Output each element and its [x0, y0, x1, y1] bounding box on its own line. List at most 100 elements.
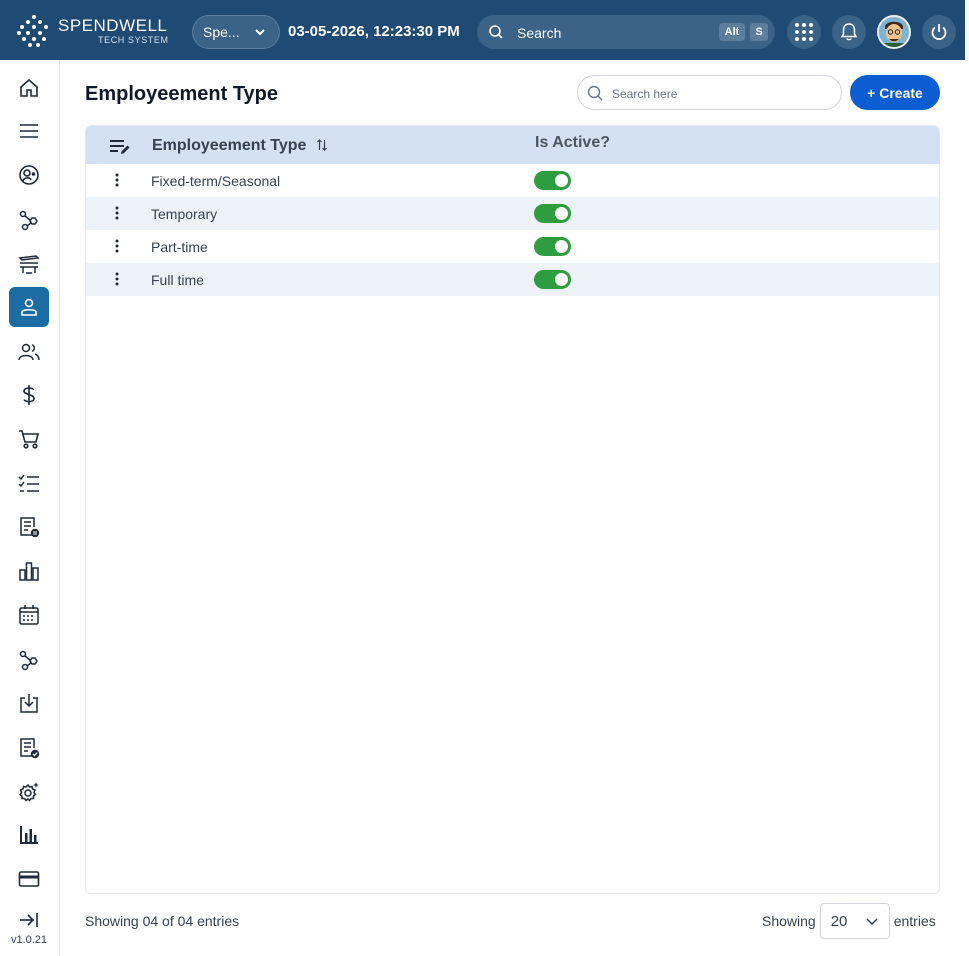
sidebar: v1.0.21 — [0, 60, 60, 956]
create-button[interactable]: + Create — [850, 75, 940, 110]
apps-button[interactable] — [787, 15, 821, 49]
more-actions-icon[interactable] — [114, 272, 120, 286]
table-row: Part-time — [86, 230, 939, 263]
table-row: Temporary — [86, 197, 939, 230]
sidebar-item-analytics[interactable] — [9, 551, 49, 591]
active-toggle[interactable] — [534, 171, 571, 190]
sidebar-item-settings[interactable] — [9, 772, 49, 812]
sidebar-item-workspace[interactable] — [9, 244, 49, 284]
search-icon — [587, 85, 603, 101]
sidebar-item-calendar[interactable] — [9, 595, 49, 635]
logout-button[interactable] — [922, 15, 956, 49]
active-toggle[interactable] — [534, 270, 571, 289]
organization-select-value: Spe... — [203, 24, 240, 40]
sidebar-item-import[interactable] — [9, 683, 49, 723]
dollar-icon — [23, 385, 35, 405]
active-toggle[interactable] — [534, 204, 571, 223]
global-search[interactable]: Search Alt S — [477, 15, 775, 49]
workflow-icon — [19, 210, 38, 231]
shortcut-key-alt: Alt — [719, 23, 745, 41]
power-icon — [931, 24, 947, 41]
collapse-arrow-icon — [20, 913, 38, 927]
people-icon — [18, 343, 40, 361]
row-name: Temporary — [151, 206, 218, 222]
table-search-input[interactable]: Search here — [577, 75, 842, 110]
search-icon — [489, 25, 503, 39]
settings-sparkle-icon — [18, 782, 39, 802]
desk-icon — [18, 255, 40, 274]
global-search-placeholder: Search — [517, 25, 562, 41]
sidebar-item-finance[interactable] — [9, 375, 49, 415]
bar-chart-icon — [19, 562, 39, 581]
sidebar-item-insights[interactable] — [9, 815, 49, 855]
row-name: Part-time — [151, 239, 208, 255]
showing-label: Showing — [762, 913, 816, 929]
table-search-placeholder: Search here — [612, 87, 678, 101]
menu-icon — [20, 124, 38, 138]
logo-name: SPENDWELL — [58, 16, 168, 35]
avatar-face-icon — [879, 17, 909, 47]
more-actions-icon[interactable] — [114, 239, 120, 253]
toggle-knob — [555, 240, 568, 253]
sidebar-item-home[interactable] — [9, 68, 49, 108]
column-header-is-active: Is Active? — [535, 134, 610, 151]
document-badge-icon — [20, 517, 40, 538]
app-version: v1.0.21 — [10, 934, 48, 946]
table-row: Full time — [86, 263, 939, 296]
toggle-knob — [555, 273, 568, 286]
apps-grid-icon — [795, 23, 813, 41]
sidebar-item-reports[interactable] — [9, 507, 49, 547]
user-avatar[interactable] — [877, 15, 911, 49]
home-icon — [20, 78, 38, 97]
edit-columns-icon[interactable] — [110, 138, 132, 156]
document-check-icon — [20, 738, 40, 759]
table-header: Employeement Type Is Active? — [86, 126, 939, 164]
workflow-icon — [19, 650, 38, 671]
person-icon — [21, 298, 37, 316]
sidebar-item-tasks[interactable] — [9, 463, 49, 503]
sidebar-item-employee[interactable] — [9, 287, 49, 327]
more-actions-icon[interactable] — [114, 206, 120, 220]
table-row: Fixed-term/Seasonal — [86, 164, 939, 197]
sidebar-item-payments[interactable] — [9, 859, 49, 899]
row-name: Fixed-term/Seasonal — [151, 173, 281, 189]
app-logo[interactable]: SPENDWELL TECH SYSTEM — [16, 14, 169, 48]
column-header-employeement-type[interactable]: Employeement Type — [152, 137, 306, 155]
active-toggle[interactable] — [534, 237, 571, 256]
calendar-icon — [19, 605, 39, 625]
bell-icon — [840, 23, 858, 41]
main-content: Employeement Type Search here + Create E… — [60, 60, 965, 956]
sidebar-item-workflow[interactable] — [9, 200, 49, 240]
toggle-knob — [555, 174, 568, 187]
cart-icon — [19, 430, 40, 449]
credit-card-icon — [18, 871, 40, 887]
organization-select[interactable]: Spe... — [192, 15, 280, 49]
top-bar: SPENDWELL TECH SYSTEM Spe... 03-05-2026,… — [0, 0, 965, 60]
user-circle-icon — [19, 165, 39, 185]
page-size-value: 20 — [830, 912, 848, 930]
page-title: Employeement Type — [85, 83, 279, 105]
page-size-select[interactable]: 20 — [819, 903, 890, 939]
analytics-icon — [20, 826, 38, 844]
checklist-icon — [18, 474, 39, 492]
row-name: Full time — [151, 272, 204, 288]
entries-label: entries — [893, 913, 936, 929]
notifications-button[interactable] — [832, 15, 866, 49]
sidebar-item-menu[interactable] — [9, 111, 49, 151]
logo-mark-icon — [17, 15, 48, 47]
sidebar-item-teams[interactable] — [9, 332, 49, 372]
current-datetime: 03-05-2026, 12:23:30 PM — [288, 23, 460, 40]
sidebar-item-approvals[interactable] — [9, 728, 49, 768]
toggle-knob — [555, 207, 568, 220]
shortcut-key-s: S — [750, 23, 768, 41]
download-tray-icon — [20, 694, 38, 713]
chevron-down-icon — [866, 918, 878, 926]
sidebar-item-procurement[interactable] — [9, 419, 49, 459]
page-size-control: Showing 20 entries — [762, 903, 936, 939]
sidebar-item-workflow-2[interactable] — [9, 640, 49, 680]
more-actions-icon[interactable] — [114, 173, 120, 187]
sidebar-item-profile[interactable] — [9, 155, 49, 195]
logo-tagline: TECH SYSTEM — [98, 35, 169, 45]
chevron-down-icon — [255, 29, 265, 36]
sort-icon[interactable] — [316, 138, 328, 152]
